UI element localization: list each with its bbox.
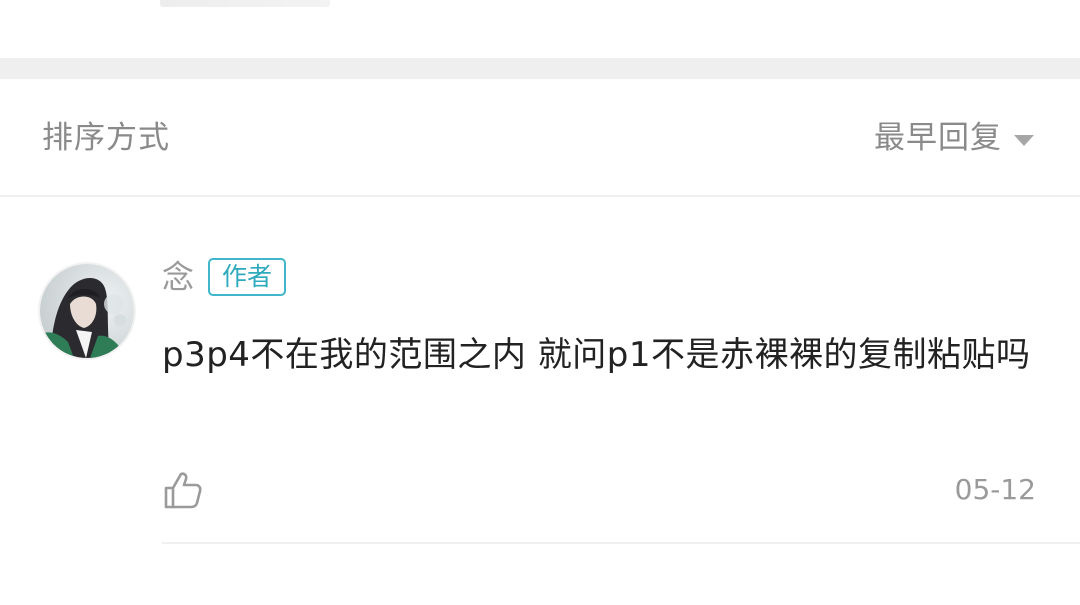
sort-bar: 排序方式 最早回复 bbox=[0, 79, 1080, 197]
author-name[interactable]: 念 bbox=[162, 257, 194, 297]
comment-page: 排序方式 最早回复 念 作者 p3p4不在我的范围之内 就问p1不是赤裸裸的复制… bbox=[0, 0, 1080, 605]
sort-label: 排序方式 bbox=[42, 120, 170, 156]
avatar[interactable] bbox=[40, 264, 134, 358]
thumbs-up-icon[interactable] bbox=[162, 469, 204, 511]
comment-date: 05-12 bbox=[954, 473, 1036, 506]
sort-selected-value: 最早回复 bbox=[874, 120, 1002, 156]
sort-order-dropdown[interactable]: 最早回复 bbox=[874, 120, 1034, 156]
comment-item: 念 作者 p3p4不在我的范围之内 就问p1不是赤裸裸的复制粘贴吗 05-12 bbox=[0, 197, 1080, 605]
previous-content-remnant bbox=[160, 0, 330, 7]
caret-down-icon bbox=[1014, 134, 1034, 146]
comment-text: p3p4不在我的范围之内 就问p1不是赤裸裸的复制粘贴吗 bbox=[162, 335, 1031, 375]
comment-divider bbox=[162, 542, 1080, 544]
author-badge: 作者 bbox=[208, 258, 287, 296]
section-separator bbox=[0, 58, 1080, 79]
author-line: 念 作者 bbox=[162, 257, 287, 297]
avatar-image bbox=[40, 264, 134, 358]
